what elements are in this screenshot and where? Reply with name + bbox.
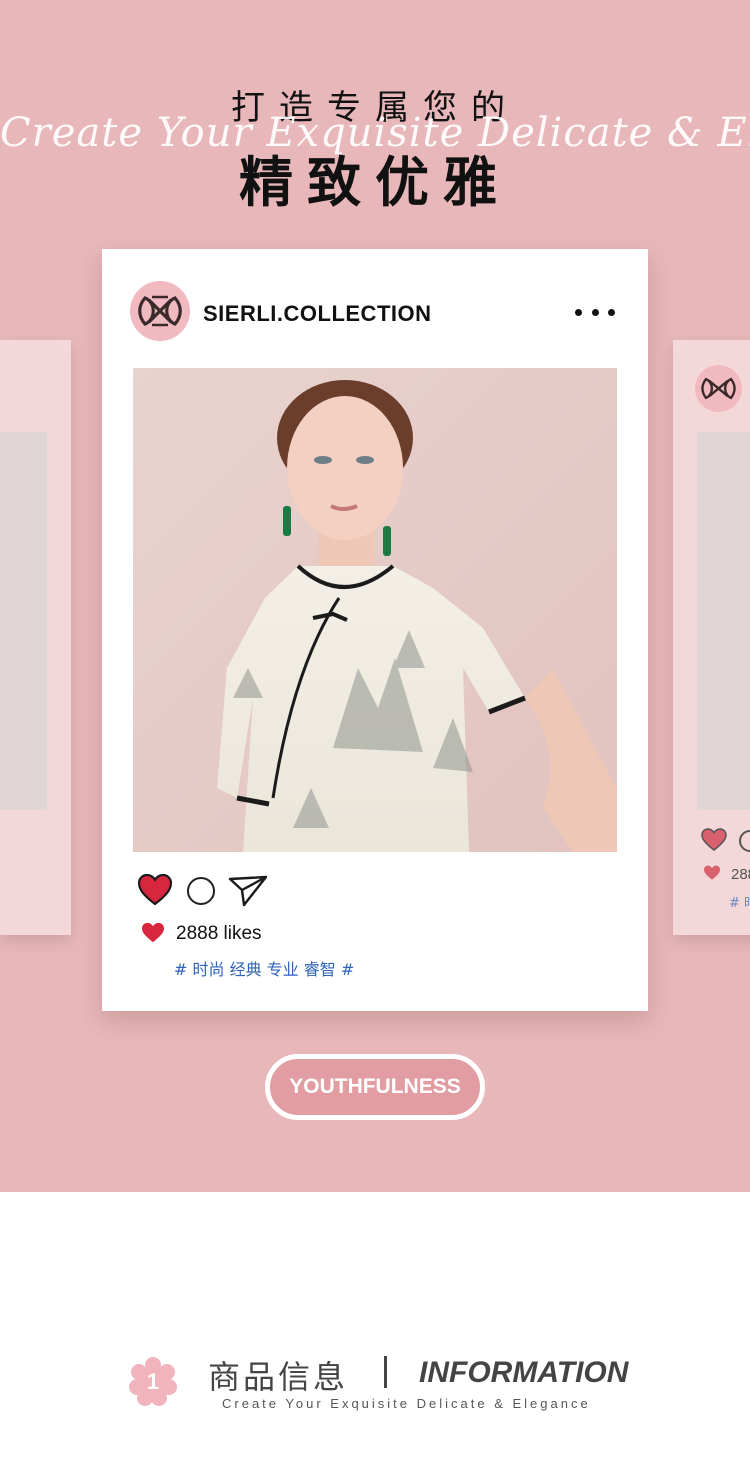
brand-logo-icon	[695, 365, 742, 412]
side-likes-count: 288	[731, 866, 750, 883]
headline-line-2: 精致优雅	[239, 151, 511, 214]
section-number: 1	[147, 1369, 159, 1394]
section-title-en: INFORMATION	[419, 1356, 629, 1389]
more-icon[interactable]	[575, 302, 615, 322]
section-subtitle: Create Your Exquisite Delicate & Eleganc…	[222, 1396, 591, 1411]
post-card: SIERLI.COLLECTION 2888 likes # 时尚 经典 专业 …	[102, 249, 648, 1011]
side-card-left[interactable]	[0, 340, 71, 935]
heart-icon	[142, 922, 164, 943]
side-hashtags: # 时	[729, 896, 750, 911]
title-divider	[384, 1356, 387, 1388]
hashtags[interactable]: # 时尚 经典 专业 睿智 #	[174, 956, 354, 980]
side-card-right[interactable]: 288 # 时	[673, 340, 750, 935]
heart-icon[interactable]	[137, 873, 173, 907]
post-photo	[133, 368, 617, 852]
info-section-header: 1 商品信息 INFORMATION Create Your Exquisite…	[0, 1340, 750, 1430]
comment-icon[interactable]	[187, 877, 215, 905]
brand-logo-icon[interactable]	[130, 281, 190, 341]
side-card-photo	[0, 432, 47, 810]
section-title-cn: 商品信息	[208, 1358, 349, 1396]
heart-icon	[704, 865, 720, 880]
account-name[interactable]: SIERLI.COLLECTION	[203, 301, 432, 327]
youthfulness-badge[interactable]: YOUTHFULNESS	[265, 1054, 485, 1120]
heart-outline-icon[interactable]	[701, 828, 727, 852]
hero-section: 打造专属您的 Create Your Exquisite Delicate & …	[0, 0, 750, 1192]
comment-icon[interactable]	[739, 830, 750, 852]
share-icon[interactable]	[228, 875, 268, 907]
flower-number-icon: 1	[129, 1357, 177, 1406]
likes-count[interactable]: 2888 likes	[176, 923, 262, 945]
side-card-photo	[697, 432, 750, 810]
